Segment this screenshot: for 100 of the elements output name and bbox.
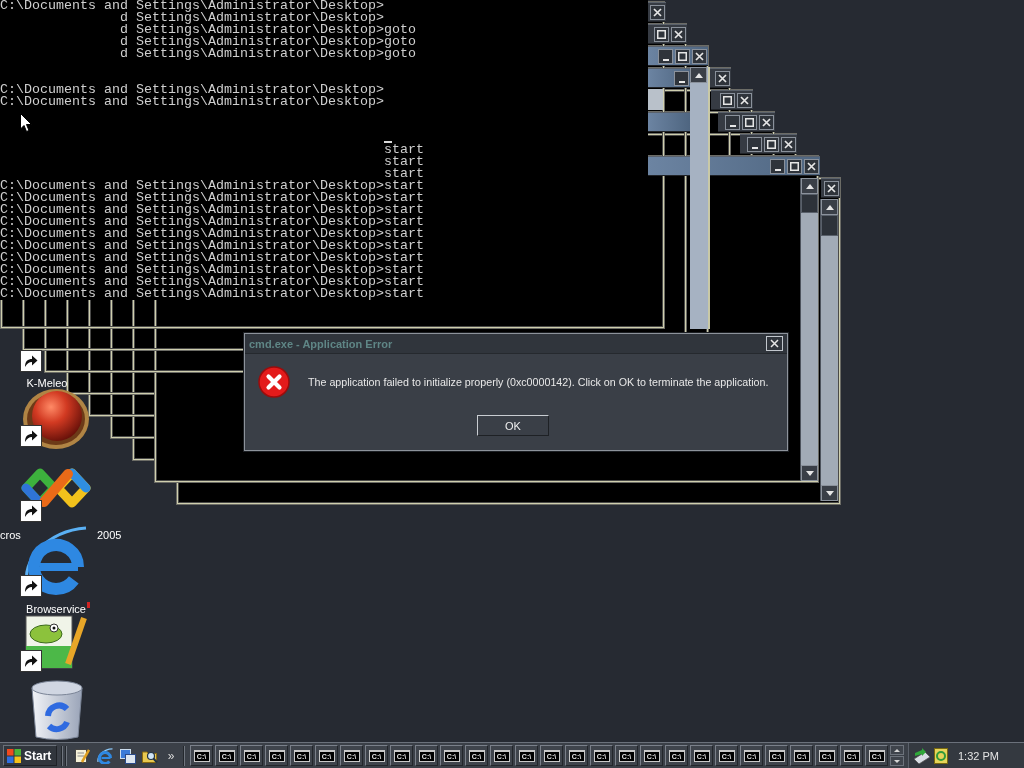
minimize-icon [774, 168, 781, 171]
scroll-thumb[interactable] [801, 194, 818, 213]
minimize-button[interactable] [725, 114, 740, 130]
mark-icon [87, 602, 90, 608]
console-line: d Settings\Administrator\Desktop>goto [120, 24, 416, 36]
maximize-icon [767, 139, 776, 149]
maximize-icon [790, 161, 799, 171]
error-message: The application failed to initialize properly (0xc0000142). Click on OK to terminate the application. [308, 376, 769, 388]
dialog-title: cmd.exe - Application Error [249, 337, 393, 350]
down-arrow-icon [825, 490, 834, 496]
close-button[interactable] [804, 158, 819, 174]
close-icon [718, 73, 727, 83]
scrollbar[interactable] [800, 178, 818, 481]
up-arrow-icon [825, 204, 834, 210]
close-button[interactable] [781, 136, 796, 152]
up-arrow-icon [894, 748, 900, 752]
console-line: C:\Documents and Settings\Administrator\Desktop>start [0, 288, 424, 300]
console-line: C:\Documents and Settings\Administrator\Desktop>start [0, 240, 424, 252]
up-arrow-icon [805, 183, 814, 189]
maximize-icon [678, 51, 687, 61]
maximize-button[interactable] [742, 114, 757, 130]
note-ring-icon[interactable] [934, 747, 948, 764]
minimize-icon [751, 146, 758, 149]
down-arrow-icon [805, 470, 814, 476]
scrollbar[interactable] [820, 199, 838, 501]
console-line: d Settings\Administrator\Desktop>goto [120, 36, 416, 48]
scroll-thumb[interactable] [821, 215, 838, 236]
console-line: C:\Documents and Settings\Administrator\Desktop>start [0, 180, 424, 192]
close-button[interactable] [759, 114, 774, 130]
close-icon [695, 51, 704, 61]
console-line: start [383, 144, 424, 156]
window-fragment [648, 89, 663, 110]
card-arrow-icon[interactable] [913, 747, 931, 764]
minimize-button[interactable] [674, 70, 689, 86]
console-line: C:\Documents and Settings\Administrator\Desktop>start [0, 204, 424, 216]
console-line: d Settings\Administrator\Desktop> [120, 12, 384, 24]
ribbon-icon[interactable] [20, 466, 92, 510]
minimize-button[interactable] [658, 48, 673, 64]
maximize-button[interactable] [675, 48, 690, 64]
minimize-button[interactable] [770, 158, 785, 174]
scroll-up-button[interactable] [801, 178, 818, 194]
notepad-icon[interactable] [74, 747, 90, 764]
scroll-up-button[interactable] [821, 199, 838, 215]
console-line: C:\Documents and Settings\Administrator\Desktop>start [0, 228, 424, 240]
close-icon [653, 7, 662, 17]
console-line: C:\Documents and Settings\Administrator\Desktop>start [0, 192, 424, 204]
close-icon [784, 139, 793, 149]
console-line: C:\Documents and Settings\Administrator\Desktop> [0, 84, 384, 96]
error-icon [258, 366, 290, 398]
close-icon [770, 339, 779, 348]
maximize-button[interactable] [787, 158, 802, 174]
console-line: start [383, 156, 424, 168]
console-line: C:\Documents and Settings\Administrator\Desktop>start [0, 276, 424, 288]
chevron-button[interactable]: » [164, 746, 178, 765]
icon-label: 2005 [97, 529, 122, 542]
icon-label: K-Meleo [26, 377, 68, 390]
scroll-down-button[interactable] [821, 485, 838, 501]
console-line: C:\Documents and Settings\Administrator\Desktop>start [0, 264, 424, 276]
window-icon[interactable] [120, 747, 136, 764]
clock: 1:32 PM [958, 749, 999, 762]
minimize-icon [729, 124, 736, 127]
maximize-icon [657, 29, 666, 39]
icon-label: cros [0, 529, 21, 542]
maximize-button[interactable] [764, 136, 779, 152]
close-button[interactable] [715, 70, 730, 86]
scroll-up-button[interactable] [690, 67, 707, 83]
icon-label: Browservice [26, 603, 86, 616]
down-arrow-icon [894, 759, 900, 763]
title-bar [648, 112, 690, 132]
console-line: C:\Documents and Settings\Administrator\Desktop> [0, 0, 384, 12]
flag-icon [7, 748, 21, 763]
text-cursor-icon [383, 141, 392, 143]
maximize-button[interactable] [720, 92, 735, 108]
maximize-button[interactable] [654, 26, 669, 42]
console-line: start [383, 168, 424, 180]
start-button[interactable]: Start [3, 745, 57, 766]
console-line: C:\Documents and Settings\Administrator\Desktop> [0, 96, 384, 108]
maximize-icon [745, 117, 754, 127]
close-button[interactable] [692, 48, 707, 64]
console-line: d Settings\Administrator\Desktop>goto [120, 48, 416, 60]
close-icon [674, 29, 683, 39]
minimize-button[interactable] [747, 136, 762, 152]
up-arrow-icon [694, 72, 703, 78]
mouse-pointer-icon [20, 113, 32, 132]
scroll-down-button[interactable] [890, 756, 904, 766]
close-icon [827, 183, 836, 193]
close-icon [740, 95, 749, 105]
scroll-down-button[interactable] [801, 465, 818, 481]
close-button[interactable] [766, 336, 783, 351]
close-icon [762, 117, 771, 127]
minimize-icon [678, 80, 685, 83]
console-line: C:\Documents and Settings\Administrator\Desktop>start [0, 252, 424, 264]
minimize-icon [662, 58, 669, 61]
close-button[interactable] [737, 92, 752, 108]
scroll-up-button[interactable] [890, 745, 904, 755]
close-button[interactable] [671, 26, 686, 42]
close-icon [807, 161, 816, 171]
dialog-button[interactable]: OK [477, 415, 549, 436]
maximize-icon [723, 95, 732, 105]
console-line: C:\Documents and Settings\Administrator\Desktop>start [0, 216, 424, 228]
